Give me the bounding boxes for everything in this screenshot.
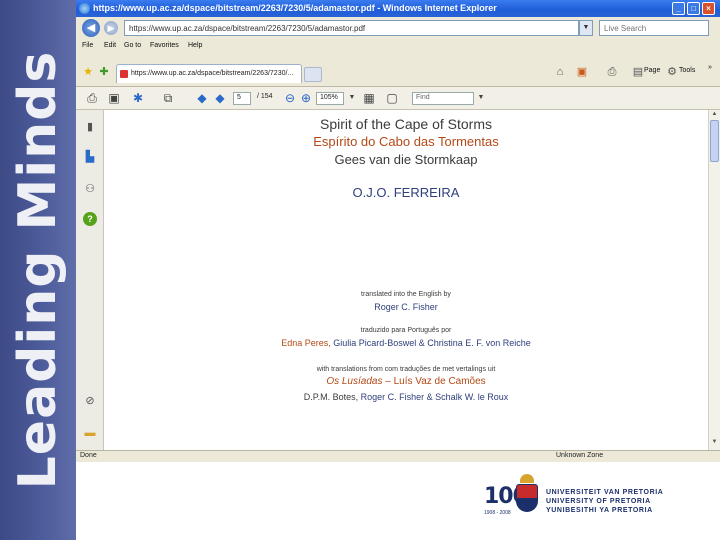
doc-credit-1: D.P.M. Botes, [303, 392, 359, 402]
page-icon: ▤ [632, 66, 644, 78]
search-input[interactable] [599, 20, 709, 36]
pdf-nav-panel: ▮ ▙ ⚇ ? ⊘ ▬ [76, 110, 104, 450]
doc-lusiadas-author: – Luís Vaz de Camões [385, 376, 486, 387]
home-icon[interactable]: ⌂ [554, 66, 566, 78]
previous-page-icon[interactable]: ◆ [194, 90, 210, 106]
scroll-thumb[interactable] [710, 120, 719, 162]
zoom-input[interactable]: 105% [316, 92, 344, 105]
logo-line-3: YUNIBESITHI YA PRETORIA [546, 507, 653, 514]
doc-title-afrikaans: Gees van die Stormkaap [334, 152, 478, 167]
status-bar: Done Unknown Zone [76, 450, 720, 462]
new-tab-button[interactable] [304, 67, 322, 82]
doc-lusiadas: Os Lusíadas [326, 376, 383, 387]
email-icon[interactable]: ✱ [130, 90, 146, 106]
feeds-icon[interactable]: ▣ [576, 66, 588, 78]
doc-title-english: Spirit of the Cape of Storms [320, 116, 492, 132]
slide-side-title: Leading Minds [8, 50, 68, 490]
slide-side-panel: Leading Minds [0, 0, 76, 540]
add-favorite-icon[interactable]: ✚ [98, 66, 110, 78]
comments-icon[interactable]: ▬ [83, 426, 97, 440]
doc-translators-pt: Edna Peres, Giulia Picard-Boswel & Chris… [104, 338, 708, 348]
doc-author: O.J.O. FERREIRA [352, 185, 460, 200]
forward-button[interactable]: ▶ [104, 21, 118, 35]
address-dropdown-icon[interactable]: ▼ [579, 20, 593, 36]
pages-icon[interactable]: ▮ [83, 120, 97, 134]
doc-credits: D.P.M. Botes, Roger C. Fisher & Schalk W… [104, 392, 708, 402]
status-text: Done [80, 452, 97, 459]
gear-icon: ⚙ [667, 66, 677, 78]
close-button[interactable]: × [702, 2, 715, 15]
doc-title-portuguese: Espírito do Cabo das Tormentas [313, 134, 499, 149]
print-icon[interactable]: ⎙ [84, 90, 100, 106]
zoom-in-icon[interactable]: ⊕ [298, 90, 314, 106]
fit-width-icon[interactable]: ▢ [384, 90, 400, 106]
doc-translator-pt-1: Edna Peres, [281, 338, 331, 348]
zoom-dropdown-icon[interactable]: ▼ [344, 90, 360, 106]
address-bar-row: ◀ ▶ ▼ [76, 17, 720, 39]
find-dropdown-icon[interactable]: ▼ [473, 90, 489, 106]
minimize-button[interactable]: _ [672, 2, 685, 15]
window-title-bar: https://www.up.ac.za/dspace/bitstream/22… [76, 0, 720, 17]
doc-lusiadas-line: Os Lusíadas – Luís Vaz de Camões [104, 376, 708, 387]
print-icon[interactable]: ⎙ [606, 66, 618, 78]
fit-page-icon[interactable]: ▦ [361, 90, 377, 106]
zoom-out-icon[interactable]: ⊖ [282, 90, 298, 106]
page-number-input[interactable]: 5 [233, 92, 251, 105]
status-zone: Unknown Zone [556, 452, 604, 459]
help-icon[interactable]: ? [83, 212, 97, 226]
tab-title: https://www.up.ac.za/dspace/bitstream/22… [131, 70, 294, 77]
signatures-icon[interactable]: ⚇ [83, 182, 97, 196]
save-icon[interactable]: ▣ [106, 90, 122, 106]
page-total: / 154 [257, 93, 273, 100]
menu-favorites[interactable]: Favorites [150, 42, 179, 49]
bookmarks-icon[interactable]: ▙ [83, 150, 97, 164]
doc-translated-pt: traduzido para Português por [360, 327, 452, 334]
doc-credit-2: Roger C. Fisher & Schalk W. le Roux [360, 392, 509, 402]
ie-icon [79, 3, 90, 14]
university-logo: 100 1908 - 2008 UNIVERSITEIT VAN PRETORI… [480, 470, 720, 530]
chevron-right-icon[interactable]: » [708, 64, 712, 71]
favorites-star-icon[interactable]: ★ [82, 66, 94, 78]
logo-line-2: UNIVERSITY OF PRETORIA [546, 498, 651, 505]
tools-menu[interactable]: Tools [679, 67, 695, 74]
menu-bar: File Edit Go to Favorites Help [76, 39, 720, 54]
logo-years: 1908 - 2008 [484, 510, 511, 516]
doc-with-translations: with translations from com traduções de … [316, 366, 496, 373]
vertical-scrollbar[interactable]: ▲ ▼ [708, 110, 720, 450]
snapshot-icon[interactable]: ⧉ [160, 90, 176, 106]
menu-file[interactable]: File [82, 42, 93, 49]
menu-edit[interactable]: Edit [104, 42, 116, 49]
shield-icon [516, 484, 538, 512]
pdf-toolbar: ⎙ ▣ ✱ ⧉ ◆ ◆ 5 / 154 ⊖ ⊕ 105% ▼ ▦ ▢ Find … [76, 87, 720, 110]
window-title: https://www.up.ac.za/dspace/bitstream/22… [93, 3, 497, 13]
page-menu[interactable]: Page [644, 67, 660, 74]
find-input[interactable]: Find [412, 92, 474, 105]
doc-translator-en: Roger C. Fisher [374, 302, 438, 312]
scroll-down-icon[interactable]: ▼ [710, 439, 719, 448]
doc-translated-en: translated into the English by [361, 291, 451, 298]
attachment-icon[interactable]: ⊘ [83, 394, 97, 408]
logo-line-1: UNIVERSITEIT VAN PRETORIA [546, 489, 664, 496]
favorites-tab-bar: ★ ✚ https://www.up.ac.za/dspace/bitstrea… [76, 54, 720, 87]
pdf-tab-icon [120, 70, 128, 78]
back-button[interactable]: ◀ [82, 19, 100, 37]
crest-icon [520, 474, 534, 483]
menu-help[interactable]: Help [188, 42, 202, 49]
maximize-button[interactable]: □ [687, 2, 700, 15]
doc-translator-pt-2: Giulia Picard-Boswel & Christina E. F. v… [333, 338, 531, 348]
next-page-icon[interactable]: ◆ [212, 90, 228, 106]
menu-goto[interactable]: Go to [124, 42, 141, 49]
pdf-page: Spirit of the Cape of Storms Espírito do… [104, 110, 708, 450]
address-input[interactable] [124, 20, 579, 36]
scroll-up-icon[interactable]: ▲ [710, 111, 719, 120]
browser-window: https://www.up.ac.za/dspace/bitstream/22… [76, 0, 720, 462]
logo-text: UNIVERSITEIT VAN PRETORIA UNIVERSITY OF … [546, 488, 663, 515]
browser-tab[interactable]: https://www.up.ac.za/dspace/bitstream/22… [116, 64, 302, 83]
